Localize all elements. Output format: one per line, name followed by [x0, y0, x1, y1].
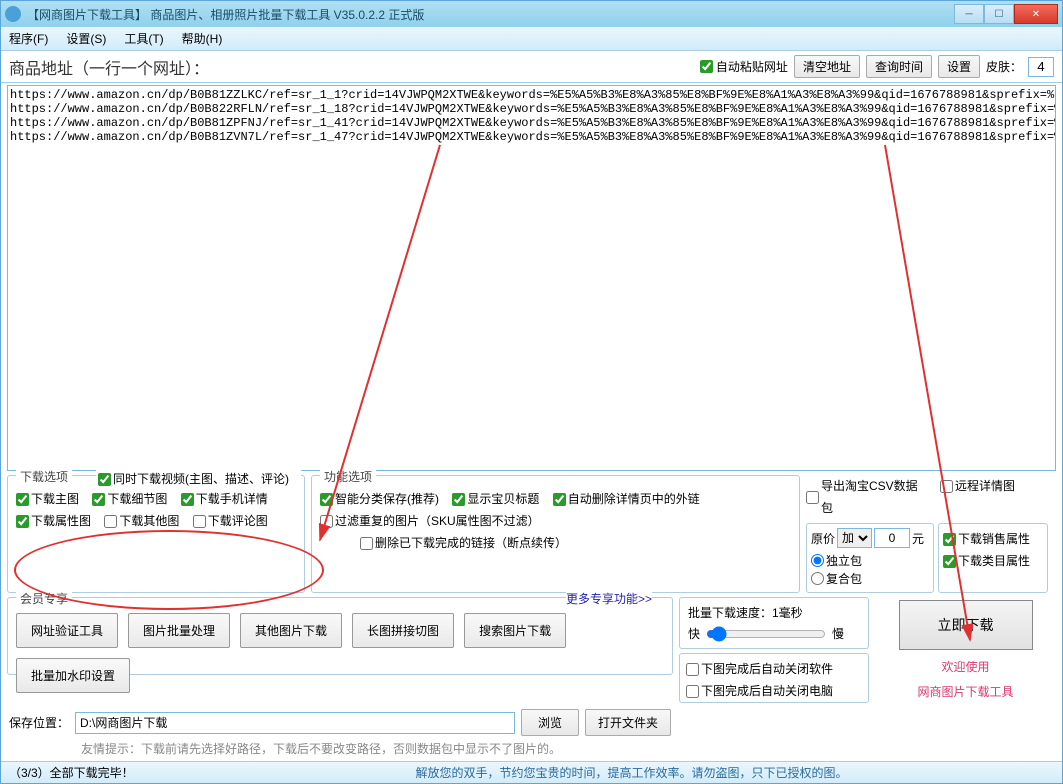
save-hint: 友情提示：下载前请先选择好路径，下载后不要改变路径，否则数据包中显示不了图片的。: [1, 740, 1062, 761]
other-download-button[interactable]: 其他图片下载: [240, 613, 342, 648]
menubar: 程序(F) 设置(S) 工具(T) 帮助(H): [1, 27, 1062, 51]
menu-settings[interactable]: 设置(S): [66, 30, 106, 47]
tool-name-text: 网商图片下载工具: [917, 683, 1013, 700]
price-op-select[interactable]: 加: [837, 528, 872, 548]
minimize-button[interactable]: ─: [954, 4, 984, 24]
del-done-checkbox[interactable]: 删除已下载完成的链接（断点续传）: [360, 532, 567, 554]
download-options-group: 下载选项 同时下载视频(主图、描述、评论) 下载主图 下载细节图 下载手机详情 …: [7, 475, 305, 593]
download-comment-img-checkbox[interactable]: 下载评论图: [193, 510, 268, 532]
titlebar: 【网商图片下载工具】 商品图片、相册照片批量下载工具 V35.0.2.2 正式版…: [1, 1, 1062, 27]
export-csv-checkbox[interactable]: 导出淘宝CSV数据包: [806, 475, 926, 519]
close-button[interactable]: ✕: [1014, 4, 1058, 24]
speed-slow-label: 慢: [832, 625, 844, 642]
download-detail-img-checkbox[interactable]: 下载细节图: [92, 488, 167, 510]
download-video-checkbox[interactable]: 同时下载视频(主图、描述、评论): [98, 468, 289, 490]
status-left: （3/3）全部下载完毕！: [9, 764, 209, 781]
skin-input[interactable]: [1028, 57, 1054, 77]
batch-process-button[interactable]: 图片批量处理: [128, 613, 230, 648]
app-icon: [5, 6, 21, 22]
menu-tools[interactable]: 工具(T): [124, 30, 163, 47]
speed-slider[interactable]: [706, 626, 826, 642]
dl-cat-attr-checkbox[interactable]: 下载类目属性: [943, 550, 1030, 572]
close-soft-checkbox[interactable]: 下图完成后自动关闭软件: [686, 658, 833, 680]
long-cut-button[interactable]: 长图拼接切图: [352, 613, 454, 648]
price-value-input[interactable]: [874, 528, 910, 548]
maximize-button[interactable]: ☐: [984, 4, 1014, 24]
browse-button[interactable]: 浏览: [521, 709, 579, 736]
open-folder-button[interactable]: 打开文件夹: [585, 709, 671, 736]
clear-url-button[interactable]: 清空地址: [794, 55, 860, 78]
remote-detail-checkbox[interactable]: 远程详情图: [940, 475, 1015, 497]
smart-save-checkbox[interactable]: 智能分类保存(推荐): [320, 488, 439, 510]
filter-dup-checkbox[interactable]: 过滤重复的图片（SKU属性图不过滤）: [320, 510, 540, 532]
auto-del-ext-checkbox[interactable]: 自动删除详情页中的外链: [553, 488, 700, 510]
function-options-legend: 功能选项: [320, 468, 376, 485]
pack-combo-radio[interactable]: 复合包: [811, 570, 862, 587]
watermark-button[interactable]: 批量加水印设置: [16, 658, 130, 693]
show-title-checkbox[interactable]: 显示宝贝标题: [452, 488, 539, 510]
page-title: 商品地址（一行一个网址）：: [9, 55, 694, 79]
skin-label: 皮肤：: [986, 58, 1022, 75]
more-member-link[interactable]: 更多专享功能>>: [566, 590, 652, 607]
search-download-button[interactable]: 搜索图片下载: [464, 613, 566, 648]
speed-legend: 批量下载速度：1毫秒: [688, 604, 860, 621]
member-group: 会员专享 更多专享功能>> 网址验证工具 图片批量处理 其他图片下载 长图拼接切…: [7, 597, 673, 675]
save-label: 保存位置：: [9, 714, 69, 731]
pack-single-radio[interactable]: 独立包: [811, 552, 862, 569]
welcome-text: 欢迎使用: [941, 658, 989, 675]
speed-group: 批量下载速度：1毫秒 快 慢: [679, 597, 869, 649]
download-mobile-detail-checkbox[interactable]: 下载手机详情: [181, 488, 268, 510]
statusbar: （3/3）全部下载完毕！ 解放您的双手，节约您宝贵的时间，提高工作效率。请勿盗图…: [1, 761, 1062, 783]
function-options-group: 功能选项 智能分类保存(推荐) 显示宝贝标题 自动删除详情页中的外链 过滤重复的…: [311, 475, 800, 593]
download-attr-img-checkbox[interactable]: 下载属性图: [16, 510, 91, 532]
menu-program[interactable]: 程序(F): [9, 30, 48, 47]
url-verify-button[interactable]: 网址验证工具: [16, 613, 118, 648]
price-unit: 元: [912, 530, 924, 547]
save-path-input[interactable]: [75, 712, 515, 734]
settings-button[interactable]: 设置: [938, 55, 980, 78]
status-right: 解放您的双手，节约您宝贵的时间，提高工作效率。请勿盗图，只下已授权的图。: [209, 764, 1054, 781]
window-title: 【网商图片下载工具】 商品图片、相册照片批量下载工具 V35.0.2.2 正式版: [27, 6, 954, 23]
query-time-button[interactable]: 查询时间: [866, 55, 932, 78]
price-label: 原价: [811, 530, 835, 547]
close-pc-checkbox[interactable]: 下图完成后自动关闭电脑: [686, 680, 833, 702]
download-now-button[interactable]: 立即下载: [899, 600, 1033, 650]
menu-help[interactable]: 帮助(H): [182, 30, 223, 47]
auto-paste-checkbox[interactable]: 自动粘贴网址: [700, 58, 788, 75]
download-main-img-checkbox[interactable]: 下载主图: [16, 488, 79, 510]
download-other-img-checkbox[interactable]: 下载其他图: [104, 510, 179, 532]
url-textarea[interactable]: [8, 86, 1055, 470]
url-textarea-box: [7, 85, 1056, 471]
member-legend: 会员专享: [16, 590, 72, 607]
download-options-legend: 下载选项: [16, 468, 72, 485]
speed-fast-label: 快: [688, 625, 700, 642]
dl-sale-attr-checkbox[interactable]: 下载销售属性: [943, 528, 1030, 550]
